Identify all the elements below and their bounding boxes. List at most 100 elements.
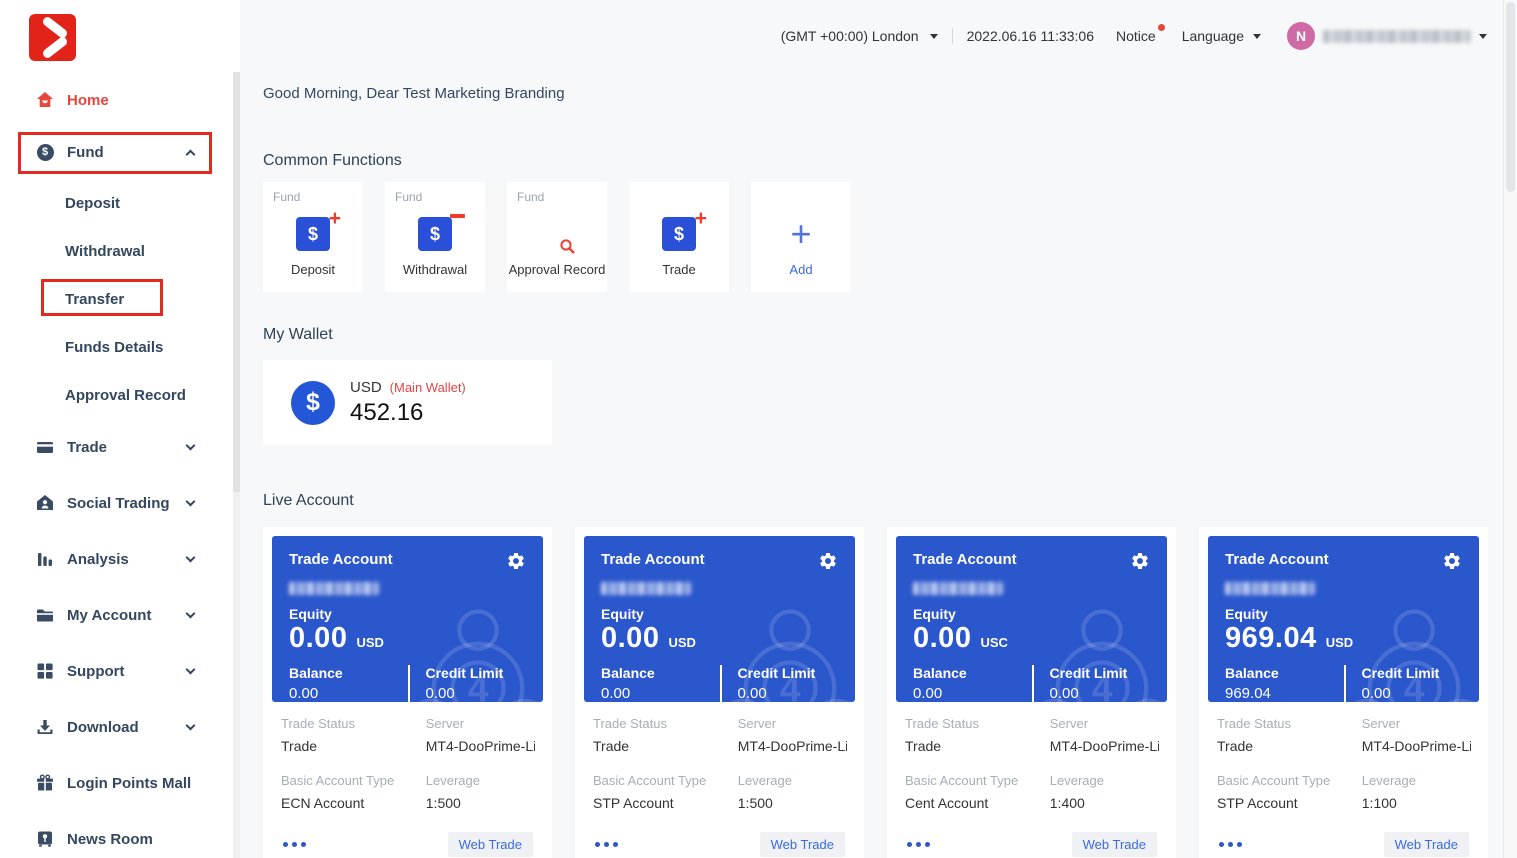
notice-dot xyxy=(1158,24,1165,31)
gear-icon[interactable] xyxy=(818,551,838,576)
cf-label: Trade xyxy=(662,262,695,277)
account-card-title: Trade Account xyxy=(601,551,705,568)
server-label: Server xyxy=(738,716,847,731)
gear-icon[interactable] xyxy=(1442,551,1462,576)
account-number-redacted xyxy=(913,582,1003,595)
account-type-label: Basic Account Type xyxy=(1217,773,1362,788)
sidebar-scrollbar[interactable] xyxy=(233,72,240,858)
sidebar-item-support[interactable]: Support xyxy=(0,643,240,699)
sidebar-item-my-account[interactable]: My Account xyxy=(0,587,240,643)
wallet-tag: (Main Wallet) xyxy=(390,380,466,395)
user-email-redacted xyxy=(1323,30,1471,43)
web-trade-button[interactable]: Web Trade xyxy=(760,832,845,857)
sidebar-item-login-points-mall[interactable]: Login Points Mall xyxy=(0,755,240,811)
language-selector[interactable]: Language xyxy=(1182,28,1261,44)
chevron-down-icon xyxy=(186,496,196,506)
page-scrollbar[interactable] xyxy=(1503,0,1517,858)
cf-label: Approval Record xyxy=(509,262,606,277)
cf-card-withdrawal[interactable]: Fund $ Withdrawal xyxy=(385,182,485,292)
home-icon xyxy=(36,91,54,109)
account-number-redacted xyxy=(601,582,691,595)
sidebar-item-label: Home xyxy=(67,92,109,109)
web-trade-button[interactable]: Web Trade xyxy=(1072,832,1157,857)
sidebar-item-download[interactable]: Download xyxy=(0,699,240,755)
balance-value: 0.00 xyxy=(289,685,408,702)
balance-label: Balance xyxy=(289,665,408,681)
equity-currency: USC xyxy=(980,635,1007,650)
leverage-value: 1:400 xyxy=(1050,795,1159,811)
brand-logo[interactable] xyxy=(29,14,76,61)
sidebar-item-deposit[interactable]: Deposit xyxy=(0,179,240,227)
cf-label: Add xyxy=(789,262,812,277)
caret-down-icon xyxy=(930,34,938,39)
download-icon xyxy=(36,718,54,736)
notice-label: Notice xyxy=(1116,28,1156,44)
equity-label: Equity xyxy=(1225,606,1462,622)
account-card-header: Trade Account Equity 969.04 USD Balance xyxy=(1208,536,1479,702)
sidebar-item-trade[interactable]: Trade xyxy=(0,419,240,475)
account-type-value: Cent Account xyxy=(905,795,1050,811)
equity-label: Equity xyxy=(289,606,526,622)
more-actions-icon[interactable] xyxy=(595,842,618,847)
trade-status-value: Trade xyxy=(905,738,1050,754)
cf-card-add[interactable]: + Add xyxy=(751,182,851,292)
sidebar-scrollbar-thumb[interactable] xyxy=(233,72,240,492)
account-card-header: Trade Account Equity 0.00 USD Balance xyxy=(584,536,855,702)
sidebar-item-withdrawal[interactable]: Withdrawal xyxy=(0,227,240,275)
plus-badge-icon: + xyxy=(695,208,707,229)
web-trade-button[interactable]: Web Trade xyxy=(1384,832,1469,857)
account-card-details: Trade Status Trade Server MT4-DooPrime-L… xyxy=(1208,702,1479,857)
avatar[interactable]: N xyxy=(1287,22,1315,50)
chevron-down-icon xyxy=(186,608,196,618)
page-scrollbar-thumb[interactable] xyxy=(1506,2,1515,192)
equity-currency: USD xyxy=(1326,635,1353,650)
sidebar-item-transfer[interactable]: Transfer xyxy=(0,275,240,323)
cf-category: Fund xyxy=(273,190,300,204)
equity-currency: USD xyxy=(356,635,383,650)
gear-icon[interactable] xyxy=(506,551,526,576)
account-card-1: Trade Account Equity 0.00 USD Balance xyxy=(263,527,552,858)
credit-limit-value: 0.00 xyxy=(1362,685,1463,702)
cf-card-approval-record[interactable]: Fund Approval Record xyxy=(507,182,607,292)
grid-icon xyxy=(36,662,54,680)
account-card-title: Trade Account xyxy=(913,551,1017,568)
chevron-down-icon xyxy=(186,664,196,674)
sidebar-item-funds-details[interactable]: Funds Details xyxy=(0,323,240,371)
sidebar-item-home[interactable]: Home xyxy=(0,75,240,125)
gear-icon[interactable] xyxy=(1130,551,1150,576)
chevron-down-icon xyxy=(186,720,196,730)
sidebar-item-news-room[interactable]: News Room xyxy=(0,811,240,858)
equity-currency: USD xyxy=(668,635,695,650)
more-actions-icon[interactable] xyxy=(1219,842,1242,847)
sidebar-item-social-trading[interactable]: Social Trading xyxy=(0,475,240,531)
credit-limit-value: 0.00 xyxy=(738,685,839,702)
equity-value: 0.00 xyxy=(913,622,971,655)
approval-record-icon xyxy=(547,212,567,256)
wallet-currency: USD xyxy=(350,379,382,396)
timezone-selector[interactable]: (GMT +00:00) London xyxy=(781,28,938,44)
web-trade-button[interactable]: Web Trade xyxy=(448,832,533,857)
leverage-label: Leverage xyxy=(738,773,847,788)
user-menu[interactable]: N xyxy=(1287,22,1487,50)
notice-link[interactable]: Notice xyxy=(1116,28,1156,44)
more-actions-icon[interactable] xyxy=(907,842,930,847)
wallet-dollar-icon: $ xyxy=(291,381,335,425)
news-room-icon xyxy=(36,830,54,848)
leverage-value: 1:500 xyxy=(738,795,847,811)
sidebar-item-approval-record[interactable]: Approval Record xyxy=(0,371,240,419)
datetime-display: 2022.06.16 11:33:06 xyxy=(967,28,1094,44)
sidebar-nav: Home $ Fund Deposit Withdrawal Transfer … xyxy=(0,75,240,858)
sidebar-item-fund[interactable]: $ Fund xyxy=(0,125,240,179)
cf-category: Fund xyxy=(517,190,544,204)
cf-card-trade[interactable]: $ + Trade xyxy=(629,182,729,292)
caret-down-icon xyxy=(1253,34,1261,39)
balance-label: Balance xyxy=(601,665,720,681)
sidebar-item-analysis[interactable]: Analysis xyxy=(0,531,240,587)
account-card-header: Trade Account Equity 0.00 USD Balance xyxy=(272,536,543,702)
leverage-label: Leverage xyxy=(1362,773,1471,788)
more-actions-icon[interactable] xyxy=(283,842,306,847)
wallet-card[interactable]: $ USD (Main Wallet) 452.16 xyxy=(263,360,552,445)
cf-card-deposit[interactable]: Fund $ + Deposit xyxy=(263,182,363,292)
sidebar-item-label: My Account xyxy=(67,607,151,624)
server-value: MT4-DooPrime-Li... xyxy=(1362,738,1471,754)
